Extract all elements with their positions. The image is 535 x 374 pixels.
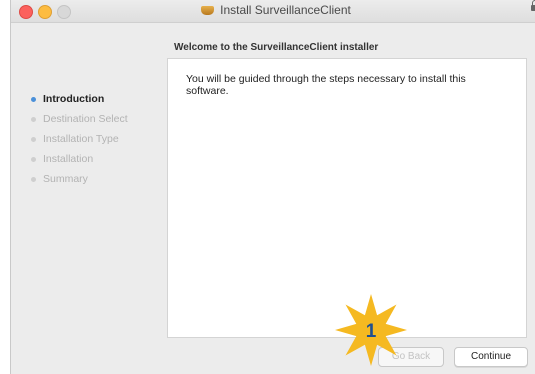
step-installation-type: Installation Type (31, 130, 128, 150)
step-number-badge: 1 (335, 294, 407, 366)
step-label: Introduction (43, 93, 105, 105)
window-title-group: Install SurveillanceClient (11, 3, 535, 17)
step-label: Summary (43, 173, 88, 185)
welcome-heading: Welcome to the SurveillanceClient instal… (174, 42, 379, 53)
step-label: Installation Type (43, 133, 119, 145)
step-summary: Summary (31, 170, 128, 190)
package-icon (201, 6, 215, 15)
installer-steps: Introduction Destination Select Installa… (31, 90, 128, 190)
step-installation: Installation (31, 150, 128, 170)
step-label: Installation (43, 153, 94, 165)
badge-number: 1 (366, 321, 377, 342)
intro-text: You will be guided through the steps nec… (186, 73, 466, 97)
step-bullet-icon (31, 177, 36, 182)
step-bullet-icon (31, 97, 36, 102)
step-bullet-icon (31, 157, 36, 162)
step-introduction: Introduction (31, 90, 128, 110)
lock-icon (531, 0, 535, 11)
title-bar: Install SurveillanceClient (11, 0, 535, 23)
step-bullet-icon (31, 137, 36, 142)
continue-button[interactable]: Continue (454, 347, 528, 367)
step-label: Destination Select (43, 113, 128, 125)
step-destination-select: Destination Select (31, 110, 128, 130)
window-title: Install SurveillanceClient (220, 3, 351, 17)
installer-window: Install SurveillanceClient Welcome to th… (10, 0, 535, 374)
step-bullet-icon (31, 117, 36, 122)
